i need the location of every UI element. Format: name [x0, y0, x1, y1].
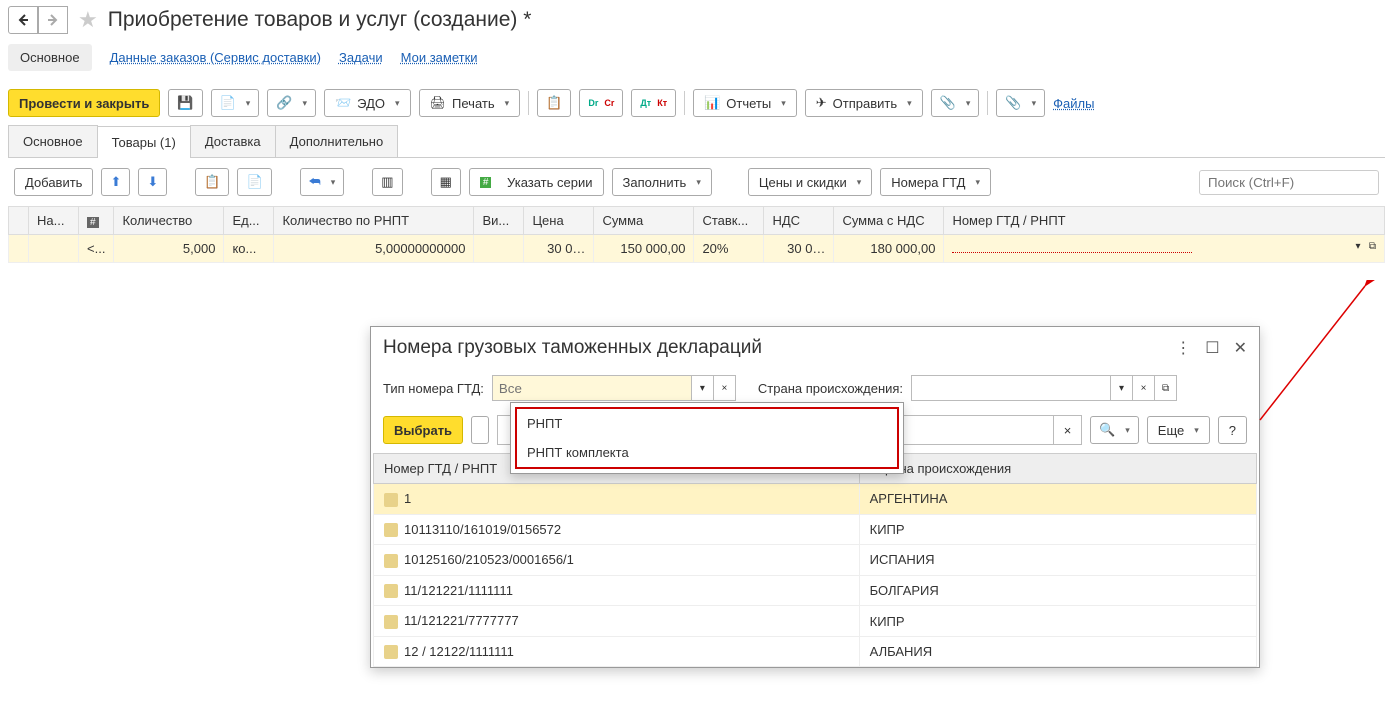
col-unit[interactable]: Ед... — [224, 207, 274, 235]
attach-button[interactable]: 📎 — [996, 89, 1045, 117]
barcode-button[interactable]: ▥ — [372, 168, 402, 196]
save-icon: 💾 — [177, 95, 193, 111]
dropdown-item-rnpt-kit[interactable]: РНПТ комплекта — [517, 438, 897, 467]
col-blank[interactable] — [9, 207, 29, 235]
move-up-button[interactable]: ⬆ — [101, 168, 130, 196]
select-button[interactable]: Выбрать — [383, 416, 463, 444]
post-button[interactable]: 📄 — [211, 89, 260, 117]
dialog-search-clear[interactable]: × — [1054, 415, 1082, 445]
subnav-link-0[interactable]: Данные заказов (Сервис доставки) — [110, 50, 321, 65]
table-toolbar: Добавить ⬆ ⬇ 📋 📄 ⮪ ▥ ▦ # Указать серии З… — [0, 158, 1393, 206]
dlg-col-country[interactable]: Страна происхождения — [859, 454, 1256, 484]
add-button[interactable]: Добавить — [14, 168, 93, 196]
edo-icon: 📨 — [335, 95, 351, 111]
favorite-star-icon[interactable]: ★ — [78, 7, 98, 33]
col-rate[interactable]: Ставк... — [694, 207, 764, 235]
help-button[interactable]: ? — [1218, 416, 1247, 444]
tabs: Основное Товары (1) Доставка Дополнитель… — [8, 125, 1385, 158]
gtd-list: Номер ГТД / РНПТ Страна происхождения 1А… — [373, 453, 1257, 667]
series-button[interactable]: # Указать серии — [469, 168, 604, 196]
table-row[interactable]: <... 5,000 ко... 5,00000000000 30 0… 150… — [9, 235, 1385, 263]
col-type[interactable]: Ви... — [474, 207, 524, 235]
fill-button[interactable]: Заполнить — [612, 168, 712, 196]
more-button[interactable]: Еще — [1147, 416, 1210, 444]
subnav-link-1[interactable]: Задачи — [339, 50, 383, 65]
back-button[interactable] — [8, 6, 38, 34]
dtkt-button[interactable]: ДтКт — [631, 89, 676, 117]
tab-main[interactable]: Основное — [8, 125, 98, 157]
type-label: Тип номера ГТД: — [383, 381, 484, 396]
save-button[interactable]: 💾 — [168, 89, 202, 117]
search-button[interactable]: 🔍 — [1090, 416, 1139, 444]
dialog-title: Номера грузовых таможенных деклараций — [383, 337, 762, 359]
send-icon: ✈ — [816, 95, 827, 111]
country-input[interactable] — [911, 375, 1111, 401]
doc1-button[interactable]: 📋 — [537, 89, 571, 117]
list-item[interactable]: 10113110/161019/0156572КИПР — [374, 514, 1257, 545]
list-item[interactable]: 10125160/210523/0001656/1ИСПАНИЯ — [374, 545, 1257, 576]
list-item[interactable]: 1АРГЕНТИНА — [374, 484, 1257, 515]
gtd-button[interactable]: Номера ГТД — [880, 168, 991, 196]
paste-button[interactable]: 📄 — [237, 168, 271, 196]
dialog-icon-btn[interactable] — [471, 416, 489, 444]
col-price[interactable]: Цена — [524, 207, 594, 235]
country-open-button[interactable]: ⧉ — [1155, 375, 1177, 401]
col-sum-vat[interactable]: Сумма с НДС — [834, 207, 944, 235]
extra1-button[interactable]: 📎 — [931, 89, 980, 117]
dialog-close-icon[interactable]: ✕ — [1234, 338, 1247, 358]
tab-goods[interactable]: Товары (1) — [97, 126, 191, 158]
tab-additional[interactable]: Дополнительно — [275, 125, 399, 157]
type-dropdown-button[interactable]: ▾ — [692, 375, 714, 401]
reports-icon: 📊 — [704, 95, 720, 111]
type-dropdown-list: РНПТ РНПТ комплекта — [510, 402, 904, 474]
related-icon: 🔗 — [276, 95, 292, 111]
forward-button[interactable] — [38, 6, 68, 34]
col-name[interactable]: На... — [29, 207, 79, 235]
list-item[interactable]: 12 / 12122/1111111АЛБАНИЯ — [374, 636, 1257, 667]
country-dropdown-button[interactable]: ▾ — [1111, 375, 1133, 401]
files-link[interactable]: Файлы — [1053, 96, 1094, 111]
main-toolbar: Провести и закрыть 💾 📄 🔗 📨ЭДО 🖨Печать 📋 … — [0, 81, 1393, 125]
dropdown-item-rnpt[interactable]: РНПТ — [517, 409, 897, 438]
post-and-close-button[interactable]: Провести и закрыть — [8, 89, 160, 117]
print-icon: 🖨 — [430, 95, 447, 111]
goods-grid: На... # Количество Ед... Количество по Р… — [8, 206, 1385, 263]
col-qty-rnpt[interactable]: Количество по РНПТ — [274, 207, 474, 235]
subnav-active[interactable]: Основное — [8, 44, 92, 71]
annotation-arrow — [1240, 280, 1390, 440]
related-button[interactable]: 🔗 — [267, 89, 316, 117]
type-clear-button[interactable]: × — [714, 375, 736, 401]
col-gtd[interactable]: Номер ГТД / РНПТ — [944, 207, 1385, 235]
col-num[interactable]: # — [79, 207, 114, 235]
reports-button[interactable]: 📊Отчеты — [693, 89, 797, 117]
gtd-dialog: Номера грузовых таможенных деклараций ⋮ … — [370, 326, 1260, 668]
print-button[interactable]: 🖨Печать — [419, 89, 521, 117]
col-vat[interactable]: НДС — [764, 207, 834, 235]
list-item[interactable]: 11/121221/7777777КИПР — [374, 606, 1257, 637]
subnav: Основное Данные заказов (Сервис доставки… — [0, 40, 1393, 81]
list-item[interactable]: 11/121221/1111111БОЛГАРИЯ — [374, 575, 1257, 606]
country-label: Страна происхождения: — [758, 381, 903, 396]
dialog-menu-icon[interactable]: ⋮ — [1175, 338, 1191, 358]
country-clear-button[interactable]: × — [1133, 375, 1155, 401]
post-icon: 📄 — [220, 95, 236, 111]
extra2-button[interactable]: ▦ — [431, 168, 461, 196]
gtd-input-cell[interactable] — [952, 252, 1192, 253]
subnav-link-2[interactable]: Мои заметки — [401, 50, 478, 65]
type-input[interactable] — [492, 375, 692, 401]
share-button[interactable]: ⮪ — [300, 168, 345, 196]
search-input[interactable] — [1199, 170, 1379, 195]
move-down-button[interactable]: ⬇ — [138, 168, 167, 196]
send-button[interactable]: ✈Отправить — [805, 89, 923, 117]
dialog-maximize-icon[interactable]: ☐ — [1205, 338, 1219, 358]
page-title: Приобретение товаров и услуг (создание) … — [108, 8, 532, 32]
prices-button[interactable]: Цены и скидки — [748, 168, 872, 196]
copy-button[interactable]: 📋 — [195, 168, 229, 196]
edo-button[interactable]: 📨ЭДО — [324, 89, 411, 117]
drcr-button[interactable]: DrCr — [579, 89, 623, 117]
col-sum[interactable]: Сумма — [594, 207, 694, 235]
col-qty[interactable]: Количество — [114, 207, 224, 235]
tab-delivery[interactable]: Доставка — [190, 125, 276, 157]
